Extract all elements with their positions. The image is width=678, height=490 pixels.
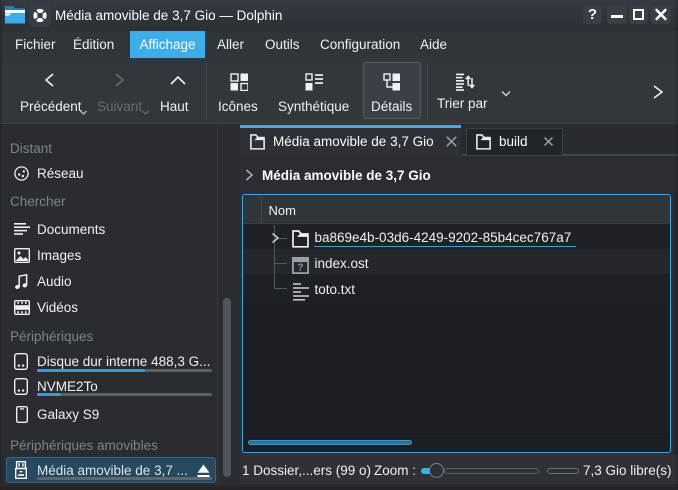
- svg-text:?: ?: [297, 261, 303, 273]
